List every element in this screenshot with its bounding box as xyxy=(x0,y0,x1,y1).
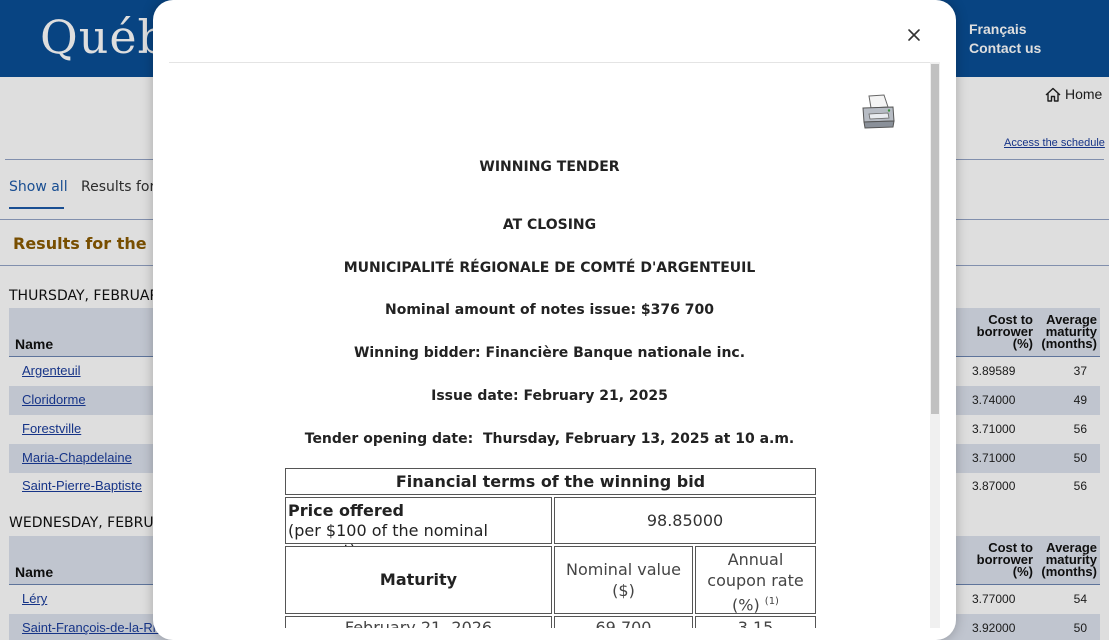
financial-terms-table: Financial terms of the winning bid Price… xyxy=(283,466,823,628)
nominal-value-header: Nominal value ($) xyxy=(554,546,693,614)
modal-header-divider xyxy=(169,62,940,63)
issue-date: Issue date: February 21, 2025 xyxy=(431,388,668,404)
price-offered-label-cell: Price offered (per $100 of the nominal a… xyxy=(285,497,552,560)
modal-scrollbar-thumb[interactable] xyxy=(931,64,939,414)
maturity-header: Maturity xyxy=(285,546,552,614)
footnote-marker[interactable]: (1) xyxy=(765,596,779,607)
price-offered-value: 98.85000 xyxy=(554,497,816,544)
close-icon[interactable] xyxy=(904,25,924,45)
tender-opening-date: Tender opening date: Thursday, February … xyxy=(304,431,795,447)
printer-icon[interactable] xyxy=(860,93,896,131)
modal-title: WINNING TENDER xyxy=(479,159,620,175)
coupon-rate-cell: 3.15 xyxy=(695,616,816,628)
modal-subtitle: AT CLOSING xyxy=(502,217,597,233)
nominal-amount: Nominal amount of notes issue: $376 700 xyxy=(385,302,714,318)
coupon-rate-header: Annual coupon rate (%) (1) xyxy=(695,546,816,614)
maturity-cell: February 21, 2026 xyxy=(285,616,552,628)
nominal-value-cell: 69 700 xyxy=(554,616,693,628)
price-offered-label: Price offered xyxy=(288,501,405,520)
winning-bidder: Winning bidder: Financière Banque nation… xyxy=(353,345,746,361)
issuer-name: MUNICIPALITÉ RÉGIONALE DE COMTÉ D'ARGENT… xyxy=(343,260,756,276)
financial-terms-title: Financial terms of the winning bid xyxy=(285,468,816,495)
